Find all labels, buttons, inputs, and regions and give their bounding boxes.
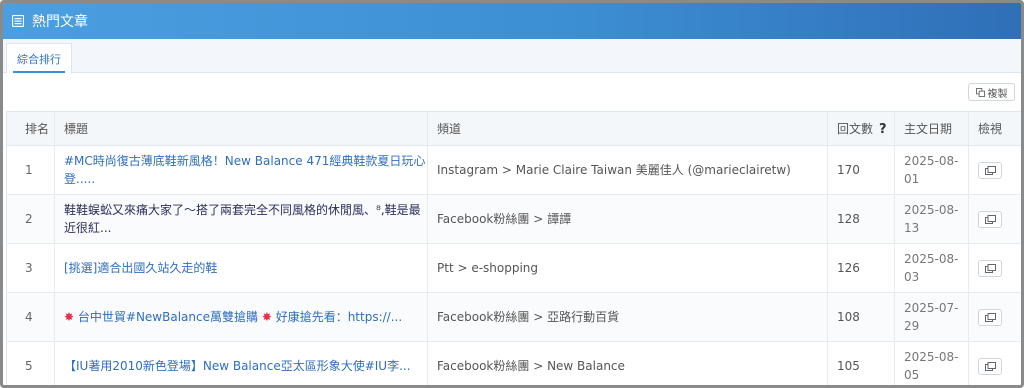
- replies-cell: 126: [827, 243, 895, 293]
- rank-cell: 5: [6, 341, 55, 385]
- channel-cell: Instagram > Marie Claire Taiwan 美麗佳人 (@m…: [427, 145, 828, 195]
- table-row: 4 ✸ 台中世貿#NewBalance萬雙搶購 ✸ 好康搶先看：https://…: [6, 292, 1021, 342]
- article-title-link[interactable]: 【IU著用2010新色登場】New Balance亞太區形象大使#IU李...: [64, 357, 427, 375]
- document-list-icon: [12, 15, 24, 27]
- view-icon: [984, 214, 996, 224]
- view-button[interactable]: [978, 210, 1002, 228]
- article-title-link[interactable]: #MC時尚復古薄底鞋新風格！New Balance 471經典鞋款夏日玩心登..…: [64, 152, 427, 188]
- copy-button[interactable]: 複製: [968, 83, 1015, 101]
- date-line1: 2025-08-: [904, 154, 959, 168]
- channel-cell: Ptt > e-shopping: [427, 243, 828, 293]
- table-header-row: 排名 標題 頻道 回文數? 主文日期 檢視: [6, 111, 1021, 146]
- table-row: 5 【IU著用2010新色登場】New Balance亞太區形象大使#IU李..…: [6, 341, 1021, 385]
- burst-icon: ✸: [64, 310, 75, 324]
- view-button[interactable]: [978, 357, 1002, 375]
- view-icon: [984, 263, 996, 273]
- view-icon: [984, 361, 996, 371]
- date-line2: 05: [904, 368, 920, 382]
- article-title-text-2: 好康搶先看：https://...: [275, 310, 403, 324]
- panel-header: 熱門文章: [3, 3, 1021, 39]
- view-button[interactable]: [978, 259, 1002, 277]
- column-header-view: 檢視: [968, 111, 1021, 146]
- rank-cell: 2: [6, 194, 55, 244]
- burst-icon: ✸: [261, 310, 272, 324]
- date-line2: 29: [904, 319, 920, 333]
- channel-cell: Facebook粉絲團 > New Balance: [427, 341, 828, 385]
- article-title-link[interactable]: 鞋鞋蜈蚣又來痛大家了～搭了兩套完全不同風格的休閒風、⁸,鞋是最近很紅...: [64, 201, 427, 237]
- date-line1: 2025-07-: [904, 301, 959, 315]
- date-line1: 2025-08-: [904, 252, 959, 266]
- tab-overall-ranking[interactable]: 綜合排行: [6, 43, 72, 73]
- date-line1: 2025-08-: [904, 350, 959, 364]
- article-title-text: 台中世貿#NewBalance萬雙搶購: [77, 310, 258, 324]
- view-button[interactable]: [978, 161, 1002, 179]
- date-line2: 13: [904, 221, 920, 235]
- panel-title: 熱門文章: [32, 14, 88, 30]
- view-button[interactable]: [978, 308, 1002, 326]
- date-cell: 2025-07- 29: [894, 292, 969, 342]
- table-row: 2 鞋鞋蜈蚣又來痛大家了～搭了兩套完全不同風格的休閒風、⁸,鞋是最近很紅... …: [6, 194, 1021, 244]
- tab-bar: 綜合排行: [3, 39, 1021, 73]
- channel-cell: Facebook粉絲團 > 亞路行動百貨: [427, 292, 828, 342]
- date-line1: 2025-08-: [904, 203, 959, 217]
- article-title-link[interactable]: [挑選]適合出國久站久走的鞋: [64, 259, 427, 277]
- column-header-date: 主文日期: [894, 111, 969, 146]
- view-icon: [984, 165, 996, 175]
- rank-cell: 4: [6, 292, 55, 342]
- date-line2: 01: [904, 172, 920, 186]
- hot-articles-panel: 熱門文章 綜合排行 複製 排名 標題 頻道 回文數? 主文日期 檢視 1 #MC…: [0, 0, 1024, 388]
- hot-articles-table: 排名 標題 頻道 回文數? 主文日期 檢視 1 #MC時尚復古薄底鞋新風格！Ne…: [6, 111, 1021, 385]
- article-title-link[interactable]: ✸ 台中世貿#NewBalance萬雙搶購 ✸ 好康搶先看：https://..…: [64, 308, 427, 326]
- rank-cell: 3: [6, 243, 55, 293]
- column-header-rank: 排名: [6, 111, 55, 146]
- date-line2: 03: [904, 270, 920, 284]
- replies-header-label: 回文數: [837, 122, 874, 136]
- replies-cell: 170: [827, 145, 895, 195]
- table-row: 3 [挑選]適合出國久站久走的鞋 Ptt > e-shopping 126 20…: [6, 243, 1021, 293]
- date-cell: 2025-08- 05: [894, 341, 969, 385]
- copy-label: 複製: [987, 88, 1008, 100]
- replies-cell: 105: [827, 341, 895, 385]
- date-cell: 2025-08- 03: [894, 243, 969, 293]
- column-header-replies: 回文數?: [827, 111, 895, 146]
- help-icon[interactable]: ?: [879, 122, 887, 137]
- column-header-channel: 頻道: [427, 111, 828, 146]
- rank-cell: 1: [6, 145, 55, 195]
- channel-cell: Facebook粉絲團 > 譚譚: [427, 194, 828, 244]
- date-cell: 2025-08- 13: [894, 194, 969, 244]
- copy-icon: [975, 87, 985, 97]
- date-cell: 2025-08- 01: [894, 145, 969, 195]
- replies-cell: 128: [827, 194, 895, 244]
- replies-cell: 108: [827, 292, 895, 342]
- column-header-title: 標題: [54, 111, 428, 146]
- table-row: 1 #MC時尚復古薄底鞋新風格！New Balance 471經典鞋款夏日玩心登…: [6, 145, 1021, 195]
- view-icon: [984, 312, 996, 322]
